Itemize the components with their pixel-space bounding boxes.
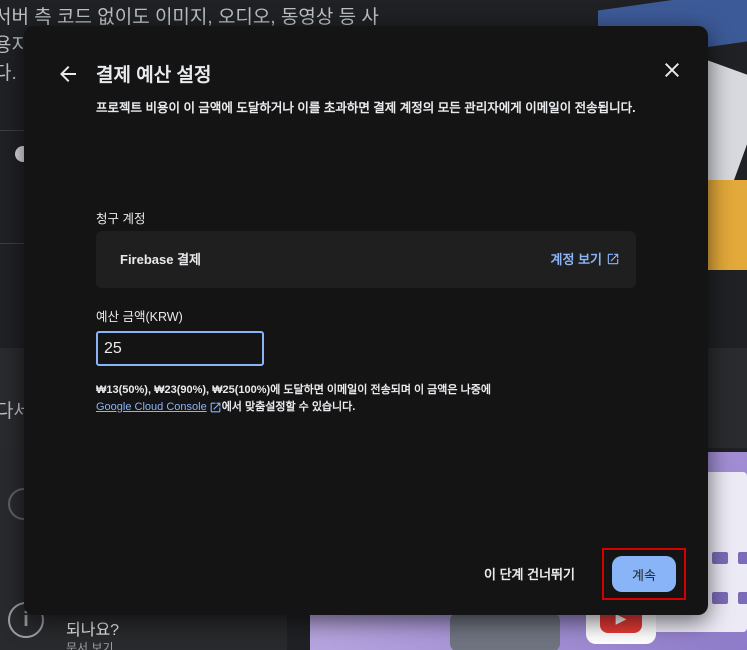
dialog-title: 결제 예산 설정 bbox=[96, 65, 212, 86]
arrow-back-icon bbox=[60, 66, 76, 82]
billing-account-label: 청구 계정 bbox=[96, 212, 146, 226]
open-in-new-icon bbox=[210, 402, 221, 413]
highlight-box: 계속 bbox=[602, 548, 686, 600]
billing-account-card: Firebase 결제 계정 보기 bbox=[96, 231, 636, 288]
continue-button[interactable]: 계속 bbox=[612, 556, 676, 592]
skip-step-button[interactable]: 이 단계 건너뛰기 bbox=[484, 564, 575, 583]
back-button[interactable] bbox=[56, 62, 80, 86]
background-doc-link: 문서 보기 bbox=[66, 641, 114, 650]
close-icon bbox=[665, 63, 679, 77]
billing-account-name: Firebase 결제 bbox=[120, 252, 202, 267]
cloud-console-link[interactable]: Google Cloud Console bbox=[96, 399, 222, 416]
view-account-link[interactable]: 계정 보기 bbox=[551, 249, 620, 268]
view-account-label: 계정 보기 bbox=[550, 252, 602, 267]
budget-dialog: 결제 예산 설정 프로젝트 비용이 이 금액에 도달하거나 이를 초과하면 결제… bbox=[24, 26, 708, 615]
budget-amount-input[interactable] bbox=[96, 331, 264, 366]
background-question: 되나요? bbox=[66, 622, 120, 639]
dialog-description: 프로젝트 비용이 이 금액에 도달하거나 이를 초과하면 결제 계정의 모든 관… bbox=[96, 101, 636, 115]
close-button[interactable] bbox=[660, 58, 684, 82]
open-in-new-icon bbox=[607, 253, 619, 264]
budget-hint: ₩13(50%), ₩23(90%), ₩25(100%)에 도달하면 이메일이… bbox=[96, 382, 656, 416]
budget-amount-label: 예산 금액(KRW) bbox=[96, 310, 183, 324]
